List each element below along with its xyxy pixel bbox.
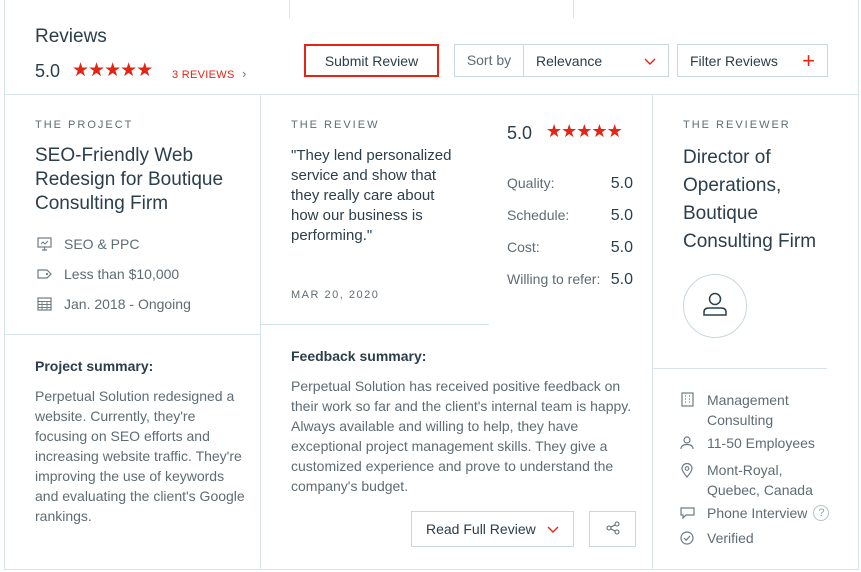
sort-by-select[interactable]: Sort by Relevance	[454, 44, 669, 77]
location-pin-icon	[679, 462, 695, 478]
star-icon: ★	[576, 121, 592, 141]
star-icon: ★	[120, 60, 137, 81]
reviewer-title: Director of Operations, Boutique Consult…	[683, 147, 817, 252]
project-dates-row: Jan. 2018 - Ongoing	[36, 296, 191, 312]
feedback-summary-heading: Feedback summary:	[291, 348, 427, 364]
score-value: 5.0	[610, 175, 633, 192]
score-value: 5.0	[610, 271, 633, 288]
project-name: SEO-Friendly Web Redesign for Boutique C…	[35, 145, 224, 214]
reviewer-industry-row: Management Consulting	[679, 390, 807, 430]
project-caps-title: THE PROJECT	[35, 119, 134, 131]
reviews-title: Reviews	[35, 26, 107, 47]
reviews-count-link[interactable]: 3 REVIEWS ›	[172, 66, 247, 81]
review-caps-title: THE REVIEW	[291, 119, 380, 131]
reviewer-location: Mont-Royal, Quebec, Canada	[707, 462, 813, 498]
filter-reviews-button[interactable]: Filter Reviews +	[677, 44, 828, 77]
sort-by-value: Relevance	[536, 52, 603, 69]
score-label: Cost:	[507, 239, 540, 255]
score-schedule: Schedule: 5.0	[507, 207, 633, 225]
review-quote: "They lend personalized service and show…	[291, 147, 452, 244]
project-summary-heading: Project summary:	[35, 358, 154, 374]
feedback-summary: Perpetual Solution has received positive…	[291, 378, 632, 494]
reviewer-verified: Verified	[707, 530, 754, 546]
score-value: 5.0	[610, 239, 633, 256]
reviews-count-label[interactable]: 3 REVIEWS	[172, 69, 235, 81]
project-divider	[5, 334, 260, 335]
calendar-icon	[36, 296, 52, 312]
reviewer-interview-row: Phone Interview ?	[679, 505, 830, 521]
review-overall-rating: 5.0	[507, 123, 533, 143]
score-cost: Cost: 5.0	[507, 239, 633, 257]
star-icon: ★	[104, 60, 121, 81]
people-icon	[679, 435, 695, 451]
column-divider-1	[260, 95, 261, 570]
reviewer-caps-title: THE REVIEWER	[683, 119, 791, 131]
review-date: MAR 20, 2020	[291, 289, 380, 301]
column-divider-2	[652, 95, 653, 570]
reviewer-divider	[653, 368, 827, 369]
reviewer-industry: Management Consulting	[707, 392, 789, 428]
score-label: Schedule:	[507, 207, 570, 223]
reviewer-interview: Phone Interview	[707, 505, 808, 521]
review-divider	[261, 324, 489, 325]
header-divider	[4, 94, 859, 95]
star-icon: ★	[72, 60, 89, 81]
project-dates: Jan. 2018 - Ongoing	[64, 296, 191, 312]
avatar	[683, 274, 747, 338]
monitor-icon	[36, 236, 52, 252]
help-icon[interactable]: ?	[813, 505, 830, 521]
check-circle-icon	[679, 530, 695, 546]
read-full-review-button[interactable]: Read Full Review	[411, 511, 574, 547]
chevron-down-icon	[644, 53, 656, 69]
submit-review-label: Submit Review	[324, 52, 419, 69]
reviewer-location-row: Mont-Royal, Quebec, Canada	[679, 460, 817, 500]
star-icon: ★	[561, 121, 577, 141]
review-stars: ★★★★★	[546, 121, 623, 142]
reviewer-size-row: 11-50 Employees	[679, 435, 815, 451]
project-summary: Perpetual Solution redesigned a website.…	[35, 388, 245, 524]
building-icon	[679, 391, 695, 407]
reviewer-size: 11-50 Employees	[707, 435, 815, 451]
overall-rating: 5.0	[35, 61, 61, 81]
score-willing-to-refer: Willing to refer: 5.0	[507, 271, 633, 289]
project-service-row: SEO & PPC	[36, 236, 139, 252]
project-budget: Less than $10,000	[64, 266, 180, 282]
tag-icon	[36, 266, 52, 282]
project-budget-row: Less than $10,000	[36, 266, 179, 282]
share-button[interactable]	[589, 511, 636, 547]
chevron-down-icon	[547, 521, 559, 537]
project-service: SEO & PPC	[64, 236, 140, 252]
score-label: Willing to refer:	[507, 271, 601, 287]
star-icon: ★	[136, 60, 153, 81]
chat-icon	[679, 505, 695, 521]
star-icon: ★	[546, 121, 562, 141]
plus-icon: +	[802, 47, 815, 73]
user-icon	[701, 290, 729, 323]
score-quality: Quality: 5.0	[507, 175, 633, 193]
score-value: 5.0	[610, 207, 633, 224]
chevron-right-icon: ›	[241, 66, 247, 81]
score-label: Quality:	[507, 175, 555, 191]
header-stars: ★★★★★	[72, 59, 153, 82]
read-full-review-label: Read Full Review	[426, 521, 536, 537]
filter-reviews-label: Filter Reviews	[690, 52, 778, 69]
star-icon: ★	[606, 121, 623, 141]
submit-review-button[interactable]: Submit Review	[304, 44, 439, 77]
star-icon: ★	[88, 60, 105, 81]
share-icon	[605, 520, 620, 538]
reviewer-verified-row: Verified	[679, 530, 754, 546]
star-icon: ★	[591, 121, 607, 141]
sort-by-label: Sort by	[455, 45, 524, 76]
